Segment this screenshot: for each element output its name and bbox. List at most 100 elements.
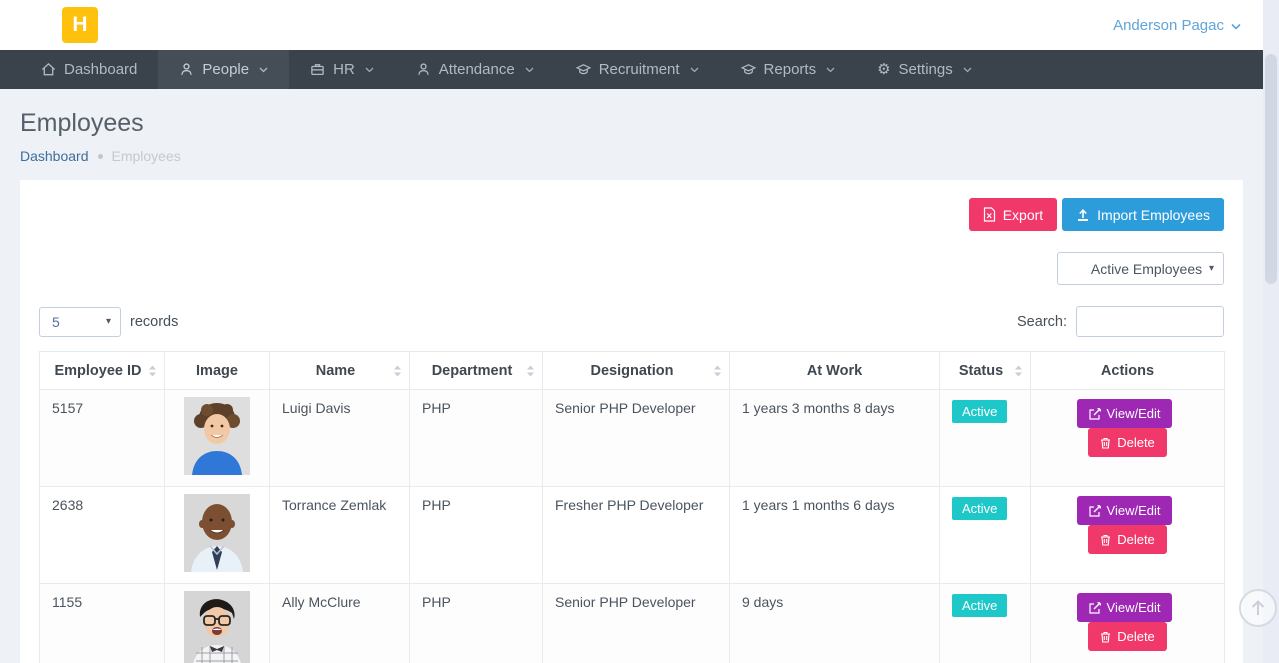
search-input[interactable] <box>1076 306 1224 337</box>
nav-item-reports[interactable]: Reports <box>720 50 857 89</box>
table-row: 2638 Torrance Zemlak PHP Fresher <box>40 487 1225 584</box>
toolbar: Export Import Employees <box>39 198 1224 231</box>
search-label: Search: <box>1017 314 1067 330</box>
nav-item-hr[interactable]: HR <box>289 50 395 89</box>
sort-icon[interactable] <box>393 364 402 377</box>
table-row: 1155 Ally <box>40 584 1225 663</box>
sort-icon[interactable] <box>148 364 157 377</box>
page-title: Employees <box>20 109 1279 138</box>
sort-icon[interactable] <box>1014 364 1023 377</box>
briefcase-icon <box>310 62 325 77</box>
vertical-scrollbar[interactable] <box>1263 0 1279 663</box>
nav-label: Recruitment <box>599 61 680 78</box>
nav-item-recruitment[interactable]: Recruitment <box>555 50 720 89</box>
nav-label: HR <box>333 61 355 78</box>
cell-name: Ally McClure <box>270 584 410 663</box>
employee-photo <box>184 397 250 475</box>
import-employees-button[interactable]: Import Employees <box>1062 198 1224 231</box>
delete-button[interactable]: Delete <box>1088 525 1167 554</box>
nav-item-dashboard[interactable]: Dashboard <box>20 50 158 89</box>
cell-status: Active <box>940 584 1031 663</box>
column-header-department[interactable]: Department <box>410 352 543 390</box>
cell-department: PHP <box>410 487 543 584</box>
status-badge: Active <box>952 497 1007 520</box>
scrollbar-thumb[interactable] <box>1265 54 1277 284</box>
chevron-down-icon <box>259 67 268 73</box>
cell-employee-id: 1155 <box>40 584 165 663</box>
cell-name: Torrance Zemlak <box>270 487 410 584</box>
scroll-to-top-button[interactable] <box>1239 589 1277 627</box>
cell-actions: View/Edit Delete <box>1031 390 1225 487</box>
top-header: H Anderson Pagac <box>0 0 1279 50</box>
column-header-at-work: At Work <box>730 352 940 390</box>
breadcrumb: Dashboard Employees <box>20 148 1279 164</box>
employee-filter-select[interactable]: Active Employees ▾ <box>1057 252 1224 285</box>
cell-at-work: 1 years 3 months 8 days <box>730 390 940 487</box>
graduation-cap-icon <box>741 62 756 77</box>
status-badge: Active <box>952 594 1007 617</box>
employees-table: Employee ID Image Name Department Design… <box>39 351 1225 663</box>
nav-item-settings[interactable]: ⚙ Settings <box>856 50 993 89</box>
sort-icon[interactable] <box>713 364 722 377</box>
table-row: 5157 Luigi Davis PHP Senior PHP <box>40 390 1225 487</box>
trash-icon <box>1100 631 1111 643</box>
breadcrumb-dashboard-link[interactable]: Dashboard <box>20 148 89 164</box>
cell-employee-id: 5157 <box>40 390 165 487</box>
cell-image <box>165 487 270 584</box>
nav-label: Dashboard <box>64 61 137 78</box>
nav-item-people[interactable]: People <box>158 50 289 89</box>
cell-status: Active <box>940 487 1031 584</box>
nav-label: Reports <box>764 61 817 78</box>
cell-at-work: 9 days <box>730 584 940 663</box>
edit-icon <box>1089 505 1101 517</box>
person-icon <box>416 62 431 77</box>
status-badge: Active <box>952 400 1007 423</box>
chevron-down-icon <box>963 67 972 73</box>
delete-button[interactable]: Delete <box>1088 428 1167 457</box>
graduation-cap-icon <box>576 62 591 77</box>
cell-name: Luigi Davis <box>270 390 410 487</box>
table-header-row: Employee ID Image Name Department Design… <box>40 352 1225 390</box>
export-button[interactable]: Export <box>969 198 1057 231</box>
view-edit-button[interactable]: View/Edit <box>1077 399 1173 428</box>
delete-button[interactable]: Delete <box>1088 622 1167 651</box>
chevron-down-icon <box>690 67 699 73</box>
view-edit-button[interactable]: View/Edit <box>1077 593 1173 622</box>
employees-card: Export Import Employees Active Employees… <box>20 180 1243 663</box>
cell-department: PHP <box>410 584 543 663</box>
edit-icon <box>1089 602 1101 614</box>
user-menu[interactable]: Anderson Pagac <box>1113 0 1241 50</box>
breadcrumb-current: Employees <box>112 148 181 164</box>
records-per-page-select[interactable]: 5 ▾ <box>39 307 121 337</box>
nav-label: Settings <box>899 61 953 78</box>
export-label: Export <box>1003 207 1043 223</box>
column-header-actions: Actions <box>1031 352 1225 390</box>
column-header-designation[interactable]: Designation <box>543 352 730 390</box>
chevron-down-icon <box>365 67 374 73</box>
cell-designation: Senior PHP Developer <box>543 390 730 487</box>
column-header-employee-id[interactable]: Employee ID <box>40 352 165 390</box>
records-label: records <box>130 314 178 330</box>
cell-designation: Fresher PHP Developer <box>543 487 730 584</box>
app-logo[interactable]: H <box>62 7 98 43</box>
column-header-status[interactable]: Status <box>940 352 1031 390</box>
cell-image <box>165 584 270 663</box>
records-selected-value: 5 <box>52 314 60 330</box>
employee-photo <box>184 494 250 572</box>
nav-label: People <box>202 61 249 78</box>
trash-icon <box>1100 437 1111 449</box>
page-heading: Employees Dashboard Employees <box>0 89 1279 164</box>
chevron-down-icon <box>1231 23 1241 30</box>
view-edit-button[interactable]: View/Edit <box>1077 496 1173 525</box>
upload-icon <box>1076 208 1090 222</box>
edit-icon <box>1089 408 1101 420</box>
chevron-down-icon <box>826 67 835 73</box>
file-excel-icon <box>983 207 996 222</box>
cell-department: PHP <box>410 390 543 487</box>
nav-item-attendance[interactable]: Attendance <box>395 50 555 89</box>
cell-status: Active <box>940 390 1031 487</box>
search-area: Search: <box>1017 306 1224 337</box>
breadcrumb-separator <box>98 154 103 159</box>
column-header-name[interactable]: Name <box>270 352 410 390</box>
sort-icon[interactable] <box>526 364 535 377</box>
